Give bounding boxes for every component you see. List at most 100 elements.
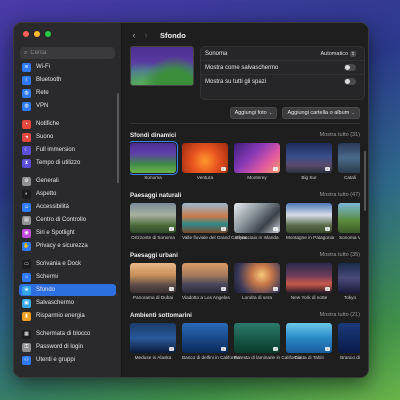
show-all-button[interactable]: Mostra tutto (31) — [320, 132, 360, 138]
wallpaper-tile[interactable]: ↓ Foresta di laminarie in California — [234, 323, 301, 365]
wallpaper-tile[interactable]: ↓ Orizzonte di Sonoma — [130, 203, 176, 245]
wallpaper-grid: ↓ Meduse in Alaska ↓ Banco di delfini in Ca… — [130, 323, 360, 365]
wallpaper-tile[interactable]: ↓ Viadotto a Los Angeles — [182, 263, 230, 305]
sidebar-item-label: Accessibilità — [36, 204, 70, 210]
sidebar-scrollbar[interactable] — [117, 93, 119, 183]
show-all-button[interactable]: Mostra tutto (35) — [320, 252, 360, 258]
network-icon: ◍ — [22, 88, 31, 98]
sidebar-item-aspetto[interactable]: ◐ Aspetto — [19, 188, 116, 200]
sidebar-list: ≋ Wi-Fi ᛒ Bluetooth ◍ Rete ◍ VPN ▪ Notifiche ◂ Suon… — [19, 61, 116, 372]
add-folder-button[interactable]: Aggiungi cartella o album ⌄ — [282, 107, 360, 119]
fit-popup[interactable]: Automatico ⇕ — [320, 50, 356, 57]
section-title: Sfondi dinamici — [130, 131, 177, 139]
sidebar-item-label: Tempo di utilizzo — [36, 160, 81, 166]
wallpaper-tile[interactable]: Sonoma — [130, 141, 178, 185]
download-icon: ↓ — [273, 347, 278, 351]
show-all-button[interactable]: Mostra tutto (21) — [320, 312, 360, 318]
accessibility-icon: ☺ — [22, 202, 31, 212]
wallpaper-tile[interactable]: ↓ Meduse in Alaska — [130, 323, 176, 365]
sidebar-item-centro-di-controllo[interactable]: ▤ Centro di Controllo — [19, 214, 116, 226]
sidebar-item-accessibilit-[interactable]: ☺ Accessibilità — [19, 201, 116, 213]
sidebar-item-utenti-e-gruppi[interactable]: ⚇ Utenti e gruppi — [19, 354, 116, 366]
wallpaper-tile[interactable]: ↓ New York di notte — [286, 263, 332, 305]
sidebar-item-bluetooth[interactable]: ᛒ Bluetooth — [19, 74, 116, 86]
appearance-icon: ◐ — [22, 189, 31, 199]
sidebar-item-label: Schermata di blocco — [36, 331, 91, 337]
back-button[interactable]: ‹ — [128, 30, 140, 40]
sidebar-item-label: Rete — [36, 90, 49, 96]
wallpaper-tile[interactable]: Branco di — [338, 323, 360, 365]
wallpaper-tile[interactable]: ↓ Monterey — [234, 143, 280, 185]
zoom-window-button[interactable] — [45, 31, 51, 37]
wallpaper-tile[interactable]: Tokyo — [338, 263, 360, 305]
sound-icon: ◂ — [22, 132, 31, 142]
sidebar-item-notifiche[interactable]: ▪ Notifiche — [19, 118, 116, 130]
sidebar-item-suono[interactable]: ◂ Suono — [19, 131, 116, 143]
sidebar-item-salvaschermo[interactable]: ▣ Salvaschermo — [19, 297, 116, 309]
chevron-down-icon: ⌄ — [351, 110, 355, 115]
sidebar-item-siri-e-spotlight[interactable]: ◉ Siri e Spotlight — [19, 227, 116, 239]
wallpaper-tile[interactable]: Catali — [338, 143, 360, 185]
wallpaper-tile[interactable]: ↓ Big Sur — [286, 143, 332, 185]
wallpaper-thumbnail: ↓ — [234, 323, 280, 353]
download-icon: ↓ — [273, 287, 278, 291]
sidebar-item-rete[interactable]: ◍ Rete — [19, 87, 116, 99]
lock-screen-icon: ▦ — [22, 329, 31, 339]
sidebar: ⌕ ≋ Wi-Fi ᛒ Bluetooth ◍ Rete ◍ VPN ▪ Notifiche ◂ Su… — [14, 23, 122, 377]
minimize-window-button[interactable] — [34, 31, 40, 37]
close-window-button[interactable] — [23, 31, 29, 37]
sidebar-item-password-di-login[interactable]: ⚿ Password di login — [19, 341, 116, 353]
sidebar-item-wi-fi[interactable]: ≋ Wi-Fi — [19, 61, 116, 73]
wallpaper-tile[interactable]: ↓ Londra di sera — [234, 263, 280, 305]
add-photo-button[interactable]: Aggiungi foto ⌄ — [229, 107, 278, 119]
sidebar-group: ▪ Notifiche ◂ Suono ☾ Full immersion ⧗ Tempo di… — [19, 118, 116, 169]
all-spaces-toggle[interactable] — [344, 78, 356, 85]
wallpaper-tile[interactable]: Sonoma V — [338, 203, 360, 245]
section-header: Paesaggi urbani Mostra tutto (35) — [130, 249, 360, 261]
wallpaper-icon: ❀ — [22, 285, 31, 295]
sidebar-item-label: Schermi — [36, 274, 59, 280]
wallpaper-tile[interactable]: ↓ Costa di Tahiti — [286, 323, 332, 365]
add-photo-label: Aggiungi foto — [234, 110, 267, 116]
sidebar-item-full-immersion[interactable]: ☾ Full immersion — [19, 144, 116, 156]
sidebar-item-risparmio-energia[interactable]: ▮ Risparmio energia — [19, 310, 116, 322]
wallpaper-caption: Londra di sera — [242, 295, 272, 300]
wallpaper-tile[interactable]: ↓ Montagne in Patagonia — [286, 203, 334, 245]
current-wallpaper-row: Sonoma Automatico ⇕ Mostra come salvasch… — [130, 46, 365, 108]
chevron-down-icon: ⌄ — [268, 110, 273, 115]
sidebar-item-generali[interactable]: ⚙ Generali — [19, 175, 116, 187]
wallpaper-thumbnail: ↓ — [234, 143, 280, 173]
wallpaper-thumbnail — [338, 323, 360, 353]
password-icon: ⚿ — [22, 342, 31, 352]
privacy-icon: ✋ — [22, 241, 31, 251]
sidebar-item-label: Suono — [36, 134, 54, 140]
sidebar-item-label: Wi-Fi — [36, 64, 50, 70]
download-icon: ↓ — [273, 167, 278, 171]
sidebar-item-scrivania-e-dock[interactable]: ▭ Scrivania e Dock — [19, 258, 116, 270]
sidebar-item-label: Sfondo — [36, 287, 56, 293]
sidebar-item-schermi[interactable]: ☼ Schermi — [19, 271, 116, 283]
wallpaper-grid: ↓ Panorama di Dubai ↓ Viadotto a Los Angele… — [130, 263, 360, 305]
wallpaper-tile[interactable]: ↓ Valle fluviale del Grand Canyon — [182, 203, 247, 245]
wallpaper-tile[interactable]: ↓ Ghiacciaio in Islanda — [234, 203, 280, 245]
forward-button[interactable]: › — [140, 30, 152, 40]
wallpaper-tile[interactable]: ↓ Panorama di Dubai — [130, 263, 176, 305]
wallpaper-thumbnail — [338, 143, 360, 173]
sidebar-item-label: VPN — [36, 103, 49, 109]
sidebar-item-schermata-di-blocco[interactable]: ▦ Schermata di blocco — [19, 328, 116, 340]
sidebar-item-tempo-di-utilizzo[interactable]: ⧗ Tempo di utilizzo — [19, 157, 116, 169]
wallpaper-tile[interactable]: ↓ Ventura — [182, 143, 228, 185]
sidebar-item-vpn[interactable]: ◍ VPN — [19, 100, 116, 112]
screensaver-toggle[interactable] — [344, 64, 356, 71]
show-all-button[interactable]: Mostra tutto (47) — [320, 192, 360, 198]
download-icon: ↓ — [325, 347, 330, 351]
sidebar-item-privacy-e-sicurezza[interactable]: ✋ Privacy e sicurezza — [19, 240, 116, 252]
search-input[interactable] — [30, 50, 109, 56]
sidebar-item-sfondo[interactable]: ❀ Sfondo — [19, 284, 116, 296]
search-field[interactable]: ⌕ — [20, 47, 115, 59]
wallpaper-tile[interactable]: ↓ Banco di delfini in California — [182, 323, 240, 365]
wallpaper-section: Sfondi dinamici Mostra tutto (31) Sonoma ↓ V… — [130, 129, 360, 185]
wallpaper-thumbnail: ↓ — [234, 203, 280, 233]
wallpaper-caption: Sonoma V — [339, 235, 360, 240]
main-scrollbar[interactable] — [364, 151, 366, 211]
